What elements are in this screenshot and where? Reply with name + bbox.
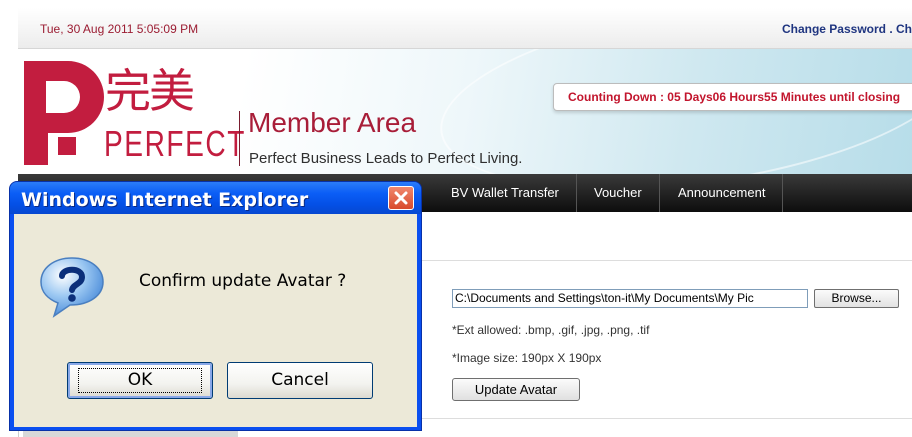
browse-button[interactable]: Browse...: [814, 289, 899, 308]
logo-chinese-text: 完美: [105, 64, 195, 118]
content-divider: [418, 418, 912, 419]
allowed-extensions-note: *Ext allowed: .bmp, .gif, .jpg, .png, .t…: [452, 323, 650, 337]
logo-wordmark: PERFECT: [104, 123, 246, 164]
ok-button-label: OK: [78, 368, 202, 393]
logo-divider: [239, 111, 240, 166]
dialog-body: Confirm update Avatar ? OK Cancel: [14, 214, 417, 427]
change-password-link[interactable]: Change Password . Ch: [782, 22, 912, 36]
date-time: Tue, 30 Aug 2011 5:05:09 PM: [40, 22, 199, 36]
countdown-text: Counting Down : 05 Days06 Hours55 Minute…: [568, 90, 901, 104]
cancel-button[interactable]: Cancel: [227, 362, 373, 399]
dialog-close-button[interactable]: [388, 186, 414, 210]
avatar-file-input[interactable]: C:\Documents and Settings\ton-it\My Docu…: [452, 289, 808, 308]
dialog-title-bar[interactable]: Windows Internet Explorer: [10, 182, 421, 214]
dialog-title: Windows Internet Explorer: [21, 189, 309, 211]
site-header: 完美 PERFECT Member Area Perfect Business …: [18, 49, 912, 174]
nav-bv-wallet-transfer[interactable]: BV Wallet Transfer: [434, 174, 577, 212]
cancel-button-label: Cancel: [271, 370, 329, 390]
update-avatar-button[interactable]: Update Avatar: [452, 378, 580, 401]
countdown-banner: Counting Down : 05 Days06 Hours55 Minute…: [553, 83, 912, 111]
dialog-message: Confirm update Avatar ?: [139, 271, 347, 291]
question-icon: [40, 257, 104, 318]
close-icon: [394, 191, 408, 205]
image-size-note: *Image size: 190px X 190px: [452, 351, 602, 365]
slogan: Perfect Business Leads to Perfect Living…: [249, 150, 523, 167]
content-divider: [418, 260, 912, 261]
perfect-logo-icon: [24, 61, 104, 165]
ok-button[interactable]: OK: [67, 362, 213, 399]
nav-announcement[interactable]: Announcement: [661, 174, 784, 212]
member-area-title: Member Area: [248, 107, 417, 138]
confirm-dialog: Windows Internet Explorer Confirm update…: [9, 181, 422, 431]
nav-voucher[interactable]: Voucher: [577, 174, 660, 212]
top-bar: Tue, 30 Aug 2011 5:05:09 PM Change Passw…: [18, 8, 912, 49]
